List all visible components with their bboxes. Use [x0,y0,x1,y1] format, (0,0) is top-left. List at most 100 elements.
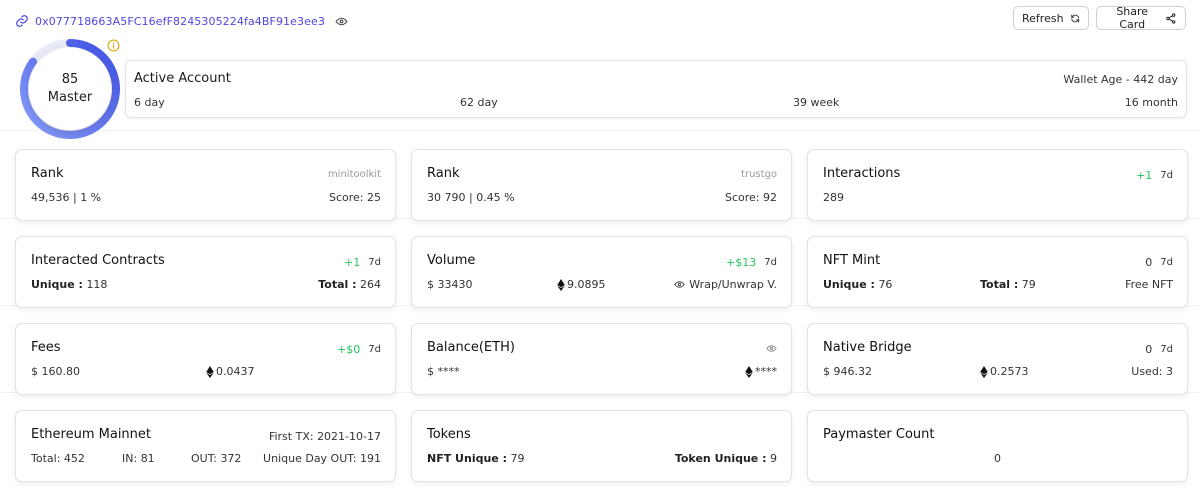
card-title: Volume [427,253,476,268]
card-title: Ethereum Mainnet [31,427,152,442]
share-card-label: Share Card [1116,5,1149,31]
interactions-card: Interactions +1 7d 289 [807,149,1188,221]
period-label: 7d [1160,344,1173,355]
bridge-eth-value: 0.2573 [990,365,1029,378]
header: 0x077718663A5FC16efF8245305224fa4BF91e3e… [0,0,1200,44]
share-icon [1166,12,1176,24]
score-level: Master [47,90,93,105]
rank-source: trustgo [741,169,777,180]
first-tx-date: 2021-10-17 [317,430,381,443]
bridge-delta: 0 [1145,343,1153,356]
balance-usd: $ **** [427,365,460,378]
unique-label: Unique : [31,278,83,291]
period-label: 7d [764,257,777,268]
unique-out-label: Unique Day OUT: [263,452,357,465]
refresh-label: Refresh [1022,11,1064,25]
wrap-unwrap-label: Wrap/Unwrap V. [689,278,777,291]
fees-delta: +$0 [337,343,361,356]
paymaster-count-card: Paymaster Count 0 [807,410,1188,482]
bridge-used: Used: 3 [1131,365,1173,378]
contracts-delta: +1 [344,256,361,269]
tokens-card: Tokens NFT Unique : 79 Token Unique : 9 [411,410,792,482]
info-icon[interactable] [107,39,120,52]
rank-score: Score: 92 [724,191,777,204]
active-account-panel: Active Account Wallet Age - 442 day 6 da… [125,60,1187,118]
balance-card: Balance(ETH) $ **** **** [411,323,792,395]
interactions-value: 289 [823,191,844,204]
fees-eth: 0.0437 [206,365,255,378]
token-unique-label: Token Unique : [674,452,767,465]
eth-icon [206,365,214,378]
nft-unique-value: 79 [510,452,525,465]
active-months: 16 month [1124,96,1178,109]
total-value: 264 [360,278,381,291]
fees-usd: $ 160.80 [31,365,80,378]
unique-value: 76 [878,278,893,291]
total-value: 79 [1021,278,1036,291]
first-tx-label: First TX: [268,430,314,443]
eye-icon [674,281,685,288]
volume-eth: 9.0895 [557,278,606,291]
card-title: Fees [31,340,61,355]
rank-trustgo-card: Rank trustgo 30 790 | 0.45 % Score: 92 [411,149,792,221]
nft-mint-total: Total : 79 [980,278,1036,291]
period-label: 7d [368,344,381,355]
free-nft-link[interactable]: Free NFT [1125,278,1173,291]
volume-card: Volume +$13 7d $ 33430 9.0895 Wrap/Unwra… [411,236,792,308]
mainnet-in: IN: 81 [122,452,155,465]
link-icon [16,15,28,27]
volume-eth-value: 9.0895 [567,278,606,291]
card-title: Interacted Contracts [31,253,165,268]
active-days-total: 62 day [460,96,498,109]
paymaster-value: 0 [994,452,1001,465]
share-card-button[interactable]: Share Card [1096,5,1186,31]
rank-source: minitoolkit [327,169,381,180]
mainnet-total: Total: 452 [31,452,85,465]
unique-label: Unique : [823,278,875,291]
out-label: OUT: [191,452,217,465]
rank-value: 30 790 | 0.45 % [427,191,515,204]
native-bridge-card: Native Bridge 0 7d $ 946.32 0.2573 Used:… [807,323,1188,395]
card-title: Rank [427,166,460,181]
period-label: 7d [368,257,381,268]
tokens-token-unique: Token Unique : 9 [675,452,777,465]
rank-value: 49,536 | 1 % [31,191,102,204]
card-title: Tokens [427,427,471,442]
first-tx: First TX: 2021-10-17 [269,430,381,443]
mainnet-unique-out: Unique Day OUT: 191 [263,452,381,465]
volume-delta: +$13 [726,256,757,269]
wallet-address-text[interactable]: 0x077718663A5FC16efF8245305224fa4BF91e3e… [35,15,325,28]
rank-score: Score: 25 [328,191,381,204]
token-unique-value: 9 [770,452,777,465]
interactions-delta: +1 [1136,169,1153,182]
refresh-button[interactable]: Refresh [1013,6,1089,30]
fees-card: Fees +$0 7d $ 160.80 0.0437 [15,323,396,395]
volume-usd: $ 33430 [427,278,473,291]
score-gauge: 85 Master [19,38,121,140]
contracts-total: Total : 264 [318,278,381,291]
total-label: Total : [318,278,357,291]
interacted-contracts-card: Interacted Contracts +1 7d Unique : 118 … [15,236,396,308]
card-title: NFT Mint [823,253,881,268]
nft-mint-card: NFT Mint 0 7d Unique : 76 Total : 79 Fre… [807,236,1188,308]
wrap-unwrap-toggle[interactable]: Wrap/Unwrap V. [674,278,777,291]
total-label: Total : [980,278,1019,291]
nft-unique-label: NFT Unique : [427,452,507,465]
period-label: 7d [1160,257,1173,268]
balance-eth: **** [745,365,777,378]
card-title: Interactions [823,166,901,181]
nft-mint-delta: 0 [1145,256,1153,269]
eye-icon[interactable] [766,343,777,354]
ethereum-mainnet-card: Ethereum Mainnet First TX: 2021-10-17 To… [15,410,396,482]
active-account-title: Active Account [134,71,231,86]
wallet-address[interactable]: 0x077718663A5FC16efF8245305224fa4BF91e3e… [15,14,348,28]
total-value: 452 [63,452,85,465]
fees-eth-value: 0.0437 [216,365,255,378]
wallet-age: Wallet Age - 442 day [1063,73,1178,86]
mainnet-out: OUT: 372 [191,452,241,465]
eye-icon[interactable] [335,15,348,28]
card-title: Native Bridge [823,340,912,355]
total-label: Total: [31,452,61,465]
active-days: 6 day [134,96,165,109]
card-title: Balance(ETH) [427,340,515,355]
